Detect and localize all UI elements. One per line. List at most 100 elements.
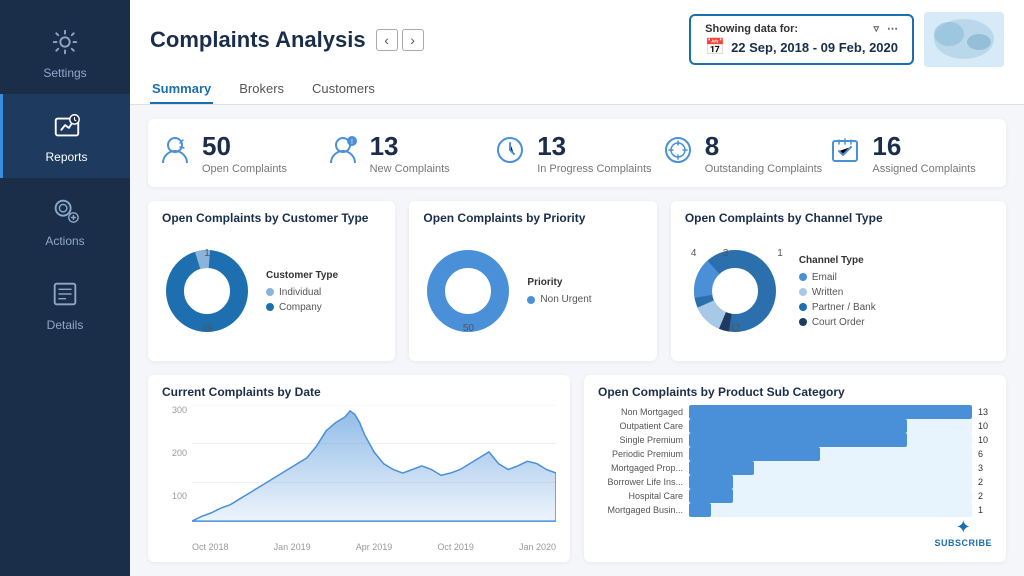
sidebar: Settings Reports Actions (0, 0, 130, 576)
tabs: Summary Brokers Customers (150, 75, 1004, 104)
kpi-inprogress: 13 In Progress Complaints (493, 131, 661, 175)
date-filter-box[interactable]: Showing data for: ▿ ⋯ 📅 22 Sep, 2018 - 0… (689, 14, 914, 65)
sidebar-item-settings[interactable]: Settings (0, 10, 130, 94)
donut-channel-label-3: 3 (723, 248, 729, 259)
bar-value: 3 (978, 463, 992, 473)
tab-brokers[interactable]: Brokers (237, 75, 286, 104)
actions-icon (47, 192, 83, 228)
kpi-row: 50 Open Complaints ! 13 New Complaints (148, 119, 1006, 187)
legend-partner-bank-dot (799, 303, 807, 311)
bar-track (689, 461, 972, 475)
bar-label: Mortgaged Prop... (598, 463, 683, 473)
kpi-open-icon (158, 133, 192, 174)
legend-non-urgent-label: Non Urgent (540, 294, 591, 305)
x-label-apr2019: Apr 2019 (356, 542, 393, 552)
legend-court-order: Court Order (799, 317, 876, 328)
y-label-300: 300 (162, 405, 190, 415)
legend-email-label: Email (812, 272, 837, 283)
donut-customer-type-label-bottom: 49 (201, 323, 212, 334)
legend-priority: Priority Non Urgent (527, 277, 591, 305)
chart-channel-body: 4 3 1 42 Channel Type Email Writt (685, 231, 992, 351)
legend-priority-title: Priority (527, 277, 591, 288)
chart-priority-body: 50 Priority Non Urgent (423, 231, 642, 351)
bar-value: 1 (978, 505, 992, 515)
bar-row: Hospital Care 2 (598, 489, 992, 503)
bar-label: Mortgaged Busin... (598, 505, 683, 515)
bar-value: 13 (978, 407, 992, 417)
kpi-open-value: 50 (202, 131, 287, 162)
legend-individual-dot (266, 288, 274, 296)
legend-partner-bank-label: Partner / Bank (812, 302, 876, 313)
legend-individual-label: Individual (279, 287, 321, 298)
legend-written: Written (799, 287, 876, 298)
kpi-new-icon: ! (326, 133, 360, 174)
nav-arrows: ‹ › (376, 29, 424, 51)
bar-fill (689, 447, 820, 461)
prev-arrow[interactable]: ‹ (376, 29, 398, 51)
reports-icon (49, 108, 85, 144)
tab-summary[interactable]: Summary (150, 75, 213, 104)
sidebar-item-actions-label: Actions (45, 234, 84, 248)
x-label-oct2019: Oct 2019 (437, 542, 474, 552)
legend-email-dot (799, 273, 807, 281)
x-label-jan2019: Jan 2019 (274, 542, 311, 552)
subscribe-badge: ✦ SUBSCRIBE (934, 517, 992, 552)
legend-individual: Individual (266, 287, 338, 298)
sidebar-item-details[interactable]: Details (0, 262, 130, 346)
sidebar-item-reports[interactable]: Reports (0, 94, 130, 178)
kpi-open: 50 Open Complaints (158, 131, 326, 175)
bar-track (689, 405, 972, 419)
donut-channel: 4 3 1 42 (685, 246, 785, 336)
donut-channel-label-42: 42 (729, 323, 740, 334)
kpi-new-label: New Complaints (370, 163, 450, 175)
filter-icons: ▿ ⋯ (873, 22, 898, 35)
next-arrow[interactable]: › (402, 29, 424, 51)
x-label-oct2018: Oct 2018 (192, 542, 229, 552)
date-value: 📅 22 Sep, 2018 - 09 Feb, 2020 (705, 37, 898, 57)
sidebar-item-actions[interactable]: Actions (0, 178, 130, 262)
bar-label: Borrower Life Ins... (598, 477, 683, 487)
tab-customers[interactable]: Customers (310, 75, 377, 104)
kpi-assigned: 16 Assigned Complaints (828, 131, 996, 175)
chart-by-date-title: Current Complaints by Date (162, 385, 556, 399)
bar-label: Outpatient Care (598, 421, 683, 431)
bar-row: Non Mortgaged 13 (598, 405, 992, 419)
bar-label: Hospital Care (598, 491, 683, 501)
donut-channel-label-1: 1 (777, 248, 783, 259)
donut-priority-label-bottom: 50 (463, 323, 474, 334)
legend-channel-title: Channel Type (799, 255, 876, 266)
donut-customer-type-label-top: 1 (204, 248, 210, 259)
bar-value: 10 (978, 435, 992, 445)
kpi-outstanding-value: 8 (705, 131, 822, 162)
bar-label: Single Premium (598, 435, 683, 445)
legend-non-urgent: Non Urgent (527, 294, 591, 305)
bar-track (689, 489, 972, 503)
kpi-assigned-icon (828, 133, 862, 174)
bar-fill (689, 475, 733, 489)
y-label-200: 200 (162, 448, 190, 458)
chart-customer-type-title: Open Complaints by Customer Type (162, 211, 381, 225)
x-label-jan2020: Jan 2020 (519, 542, 556, 552)
legend-company: Company (266, 302, 338, 313)
chart-customer-type: Open Complaints by Customer Type 1 49 Cu… (148, 201, 395, 361)
header-top-row: Complaints Analysis ‹ › Showing data for… (150, 12, 1004, 67)
bar-fill (689, 433, 907, 447)
more-icon[interactable]: ⋯ (887, 22, 898, 35)
bar-row: Outpatient Care 10 (598, 419, 992, 433)
donut-priority: 50 (423, 246, 513, 336)
main-content: Complaints Analysis ‹ › Showing data for… (130, 0, 1024, 576)
legend-company-dot (266, 303, 274, 311)
bar-value: 6 (978, 449, 992, 459)
legend-channel: Channel Type Email Written Partner / Ban… (799, 255, 876, 328)
page-header: Complaints Analysis ‹ › Showing data for… (130, 0, 1024, 105)
bar-fill (689, 405, 972, 419)
bar-track (689, 447, 972, 461)
filter-icon[interactable]: ▿ (873, 22, 879, 35)
bar-track (689, 475, 972, 489)
chart-priority-title: Open Complaints by Priority (423, 211, 642, 225)
kpi-assigned-label: Assigned Complaints (872, 163, 975, 175)
bar-track (689, 433, 972, 447)
legend-email: Email (799, 272, 876, 283)
bar-track (689, 419, 972, 433)
chart-by-product-title: Open Complaints by Product Sub Category (598, 385, 992, 399)
